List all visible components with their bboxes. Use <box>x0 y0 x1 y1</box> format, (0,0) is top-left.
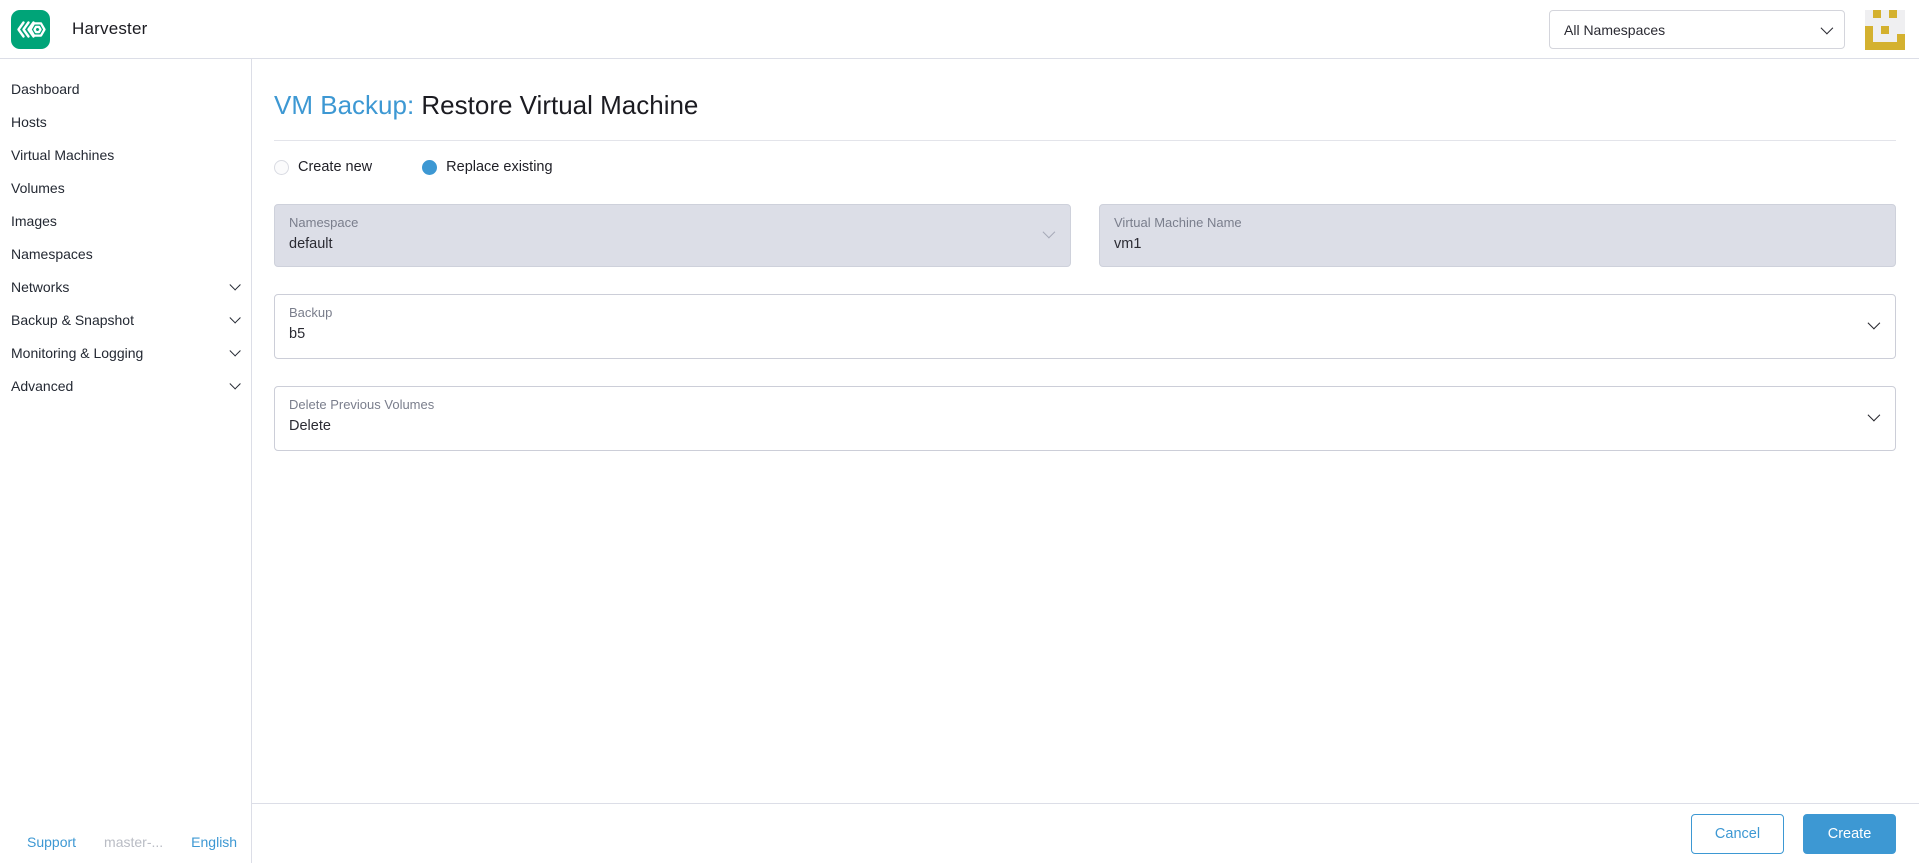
sidebar-item-namespaces[interactable]: Namespaces <box>0 237 251 270</box>
sidebar-item-images[interactable]: Images <box>0 204 251 237</box>
backup-select[interactable]: Backup b5 <box>274 294 1896 359</box>
vm-name-field-label: Virtual Machine Name <box>1114 215 1242 230</box>
namespace-filter-select[interactable]: All Namespaces <box>1549 10 1845 49</box>
chevron-down-icon <box>229 311 241 324</box>
delete-previous-volumes-value: Delete <box>289 418 331 434</box>
sidebar: Dashboard Hosts Virtual Machines Volumes… <box>0 59 252 863</box>
action-footer: Cancel Create <box>252 803 1919 863</box>
backup-select-value: b5 <box>289 326 306 342</box>
sidebar-item-volumes[interactable]: Volumes <box>0 171 251 204</box>
namespace-filter-value: All Namespaces <box>1564 21 1666 38</box>
sidebar-item-advanced[interactable]: Advanced <box>0 369 251 402</box>
cancel-button[interactable]: Cancel <box>1691 813 1784 854</box>
namespace-field-label: Namespace <box>289 215 359 230</box>
sidebar-item-hosts[interactable]: Hosts <box>0 105 251 138</box>
main-content: VM Backup: Restore Virtual Machine Creat… <box>252 59 1919 863</box>
page-title-prefix: VM Backup: <box>274 90 415 120</box>
harvester-logo-icon <box>11 9 50 49</box>
radio-replace-existing[interactable]: Replace existing <box>422 159 553 175</box>
namespace-field-value: default <box>289 236 333 252</box>
app-title: Harvester <box>72 19 148 38</box>
title-divider <box>274 140 1896 141</box>
user-avatar[interactable] <box>1865 9 1905 50</box>
page-title-text: Restore Virtual Machine <box>421 90 699 120</box>
page-title: VM Backup: Restore Virtual Machine <box>274 90 1896 121</box>
vm-name-field-value: vm1 <box>1114 236 1142 252</box>
sidebar-item-dashboard[interactable]: Dashboard <box>0 72 251 105</box>
delete-previous-volumes-select[interactable]: Delete Previous Volumes Delete <box>274 386 1896 451</box>
language-link[interactable]: English <box>191 834 237 850</box>
namespace-field: Namespace default <box>274 204 1071 267</box>
chevron-down-icon <box>1042 225 1056 238</box>
sidebar-item-monitoring-logging[interactable]: Monitoring & Logging <box>0 336 251 369</box>
delete-previous-volumes-label: Delete Previous Volumes <box>289 397 435 412</box>
vm-name-field: Virtual Machine Name vm1 <box>1099 204 1896 267</box>
radio-checked-icon <box>422 159 438 175</box>
sidebar-item-backup-snapshot[interactable]: Backup & Snapshot <box>0 303 251 336</box>
backup-select-label: Backup <box>289 305 333 320</box>
chevron-down-icon <box>229 278 241 291</box>
chevron-down-icon <box>1820 21 1834 35</box>
sidebar-item-virtual-machines[interactable]: Virtual Machines <box>0 138 251 171</box>
chevron-down-icon <box>229 377 241 390</box>
support-link[interactable]: Support <box>27 834 76 850</box>
restore-mode-radio-group: Create new Replace existing <box>274 159 1896 175</box>
chevron-down-icon <box>229 344 241 357</box>
create-button[interactable]: Create <box>1803 813 1896 854</box>
chevron-down-icon <box>1867 316 1881 329</box>
radio-unchecked-icon <box>274 159 289 175</box>
chevron-down-icon <box>1867 408 1881 421</box>
top-header: Harvester All Namespaces <box>0 0 1919 59</box>
radio-create-new[interactable]: Create new <box>274 159 372 175</box>
sidebar-item-networks[interactable]: Networks <box>0 270 251 303</box>
version-label: master-... <box>104 834 164 850</box>
